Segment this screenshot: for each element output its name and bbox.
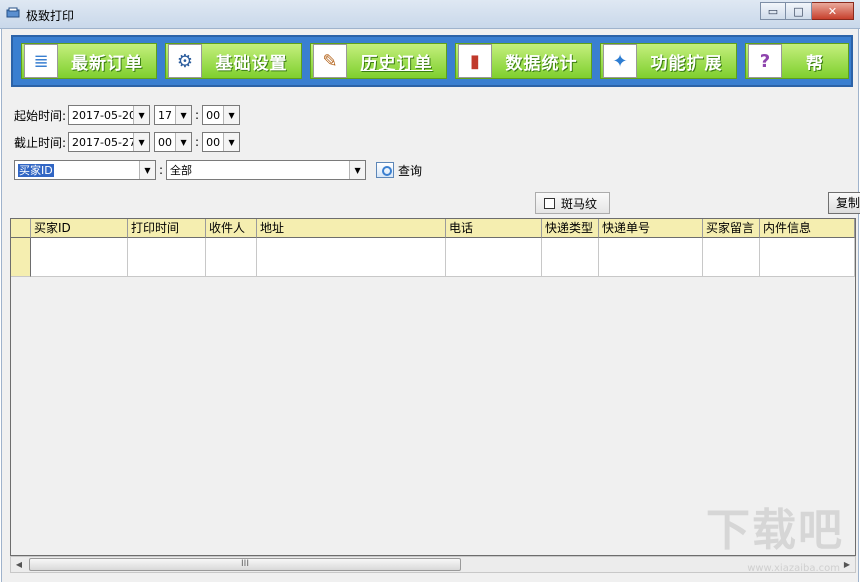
start-time-label: 起始时间: <box>14 108 67 123</box>
window-title: 极致打印 <box>26 9 75 23</box>
table-cell[interactable] <box>257 238 446 277</box>
column-header[interactable]: 内件信息 <box>760 219 855 238</box>
document-list-icon: ≣ <box>24 44 58 78</box>
start-minute-select[interactable]: 00 ▼ <box>202 105 241 125</box>
column-header[interactable]: 地址 <box>257 219 446 238</box>
search-icon <box>376 162 395 178</box>
horizontal-scrollbar[interactable]: ◀ III ▶ <box>10 556 856 573</box>
toolbar-label: 最新订单 <box>71 53 143 74</box>
zebra-stripe-checkbox[interactable]: 斑马纹 <box>535 192 610 214</box>
search-value-value: 全部 <box>170 164 193 177</box>
table-cell[interactable] <box>446 238 542 277</box>
search-field-select[interactable]: 买家ID ▼ <box>14 160 156 180</box>
table-cell[interactable] <box>542 238 599 277</box>
toolbar-data-statistics[interactable]: ▮ 数据统计 <box>455 43 592 79</box>
chevron-down-icon[interactable]: ▼ <box>223 133 240 151</box>
toolbar-latest-orders[interactable]: ≣ 最新订单 <box>21 43 157 79</box>
scrollbar-thumb[interactable]: III <box>29 558 461 571</box>
column-header[interactable]: 电话 <box>446 219 542 238</box>
query-button[interactable]: 查询 <box>376 162 422 179</box>
end-hour-value: 00 <box>158 135 173 149</box>
start-date-value: 2017-05-20 <box>72 108 134 122</box>
start-hour-select[interactable]: 17 ▼ <box>154 105 193 125</box>
minimize-button[interactable]: ▭ <box>760 2 786 20</box>
table-header: 买家ID 打印时间 收件人 地址 电话 快递类型 快递单号 买家留言 内件信息 <box>11 219 855 238</box>
chevron-down-icon[interactable]: ▼ <box>349 161 366 179</box>
start-minute-value: 00 <box>206 108 221 122</box>
checkbox-icon[interactable] <box>544 197 555 209</box>
toolbar-help[interactable]: ? 帮 <box>745 43 849 79</box>
search-field-value: 买家ID <box>18 164 54 177</box>
search-row: 买家ID ▼ : 全部 ▼ 查询 <box>14 160 422 180</box>
watermark-url: www.xiazaiba.com <box>747 563 840 574</box>
chevron-down-icon[interactable]: ▼ <box>133 106 150 124</box>
toolbar-history-orders[interactable]: ✎ 历史订单 <box>310 43 447 79</box>
start-hour-value: 17 <box>158 108 173 122</box>
table-cell[interactable] <box>128 238 206 277</box>
field-separator: : <box>159 163 164 177</box>
maximize-button[interactable]: □ <box>786 2 812 20</box>
pencil-icon: ✎ <box>313 44 347 78</box>
copy-button[interactable]: 复制 <box>828 192 860 214</box>
search-value-select[interactable]: 全部 ▼ <box>166 160 367 180</box>
chevron-down-icon[interactable]: ▼ <box>139 161 155 179</box>
gear-icon: ⚙ <box>168 44 202 78</box>
end-date-value: 2017-05-27 <box>72 135 134 149</box>
chevron-down-icon[interactable]: ▼ <box>133 133 150 151</box>
chevron-down-icon[interactable]: ▼ <box>175 133 192 151</box>
table-cell[interactable] <box>760 238 855 277</box>
scroll-left-icon[interactable]: ◀ <box>11 557 27 572</box>
end-time-label: 截止时间: <box>14 135 67 150</box>
title-bar: 极致打印 ▭ □ ✕ <box>0 0 860 29</box>
help-icon: ? <box>748 44 782 78</box>
toolbar-label: 功能扩展 <box>650 53 723 74</box>
watermark-logo: 下载吧 <box>706 505 844 556</box>
column-header[interactable]: 打印时间 <box>128 219 206 238</box>
table-row[interactable] <box>11 238 855 277</box>
table-cell[interactable] <box>31 238 128 277</box>
toolbar-label: 数据统计 <box>505 53 578 74</box>
column-header[interactable]: 收件人 <box>206 219 257 238</box>
puzzle-icon: ✦ <box>603 44 637 78</box>
column-header[interactable]: 快递单号 <box>599 219 703 238</box>
query-label: 查询 <box>398 163 423 178</box>
table-cell[interactable] <box>599 238 703 277</box>
table-cell[interactable] <box>703 238 760 277</box>
start-time-row: 起始时间: 2017-05-20 ▼ 17 ▼ : 00 ▼ <box>14 105 241 125</box>
table-cell[interactable] <box>206 238 257 277</box>
scroll-right-icon[interactable]: ▶ <box>839 557 855 572</box>
column-header[interactable]: 买家ID <box>31 219 128 238</box>
toolbar-label: 帮 <box>806 53 824 74</box>
chevron-down-icon[interactable]: ▼ <box>223 106 240 124</box>
end-date-picker[interactable]: 2017-05-27 ▼ <box>68 132 151 152</box>
close-button[interactable]: ✕ <box>812 2 854 20</box>
time-separator: : <box>195 108 200 122</box>
column-header[interactable]: 买家留言 <box>703 219 760 238</box>
app-icon <box>6 7 20 18</box>
toolbar-label: 历史订单 <box>360 53 433 74</box>
end-minute-value: 00 <box>206 135 221 149</box>
start-date-picker[interactable]: 2017-05-20 ▼ <box>68 105 151 125</box>
toolbar-label: 基础设置 <box>215 53 288 74</box>
column-header[interactable]: 快递类型 <box>542 219 599 238</box>
row-header[interactable] <box>11 238 31 277</box>
toolbar-basic-settings[interactable]: ⚙ 基础设置 <box>165 43 302 79</box>
header-corner <box>11 219 31 238</box>
time-separator: : <box>195 135 200 149</box>
chevron-down-icon[interactable]: ▼ <box>175 106 192 124</box>
main-toolbar: ≣ 最新订单 ⚙ 基础设置 ✎ 历史订单 ▮ 数据统计 ✦ 功能扩展 ? 帮 <box>11 35 853 87</box>
window-controls: ▭ □ ✕ <box>760 2 854 20</box>
toolbar-feature-extension[interactable]: ✦ 功能扩展 <box>600 43 737 79</box>
end-time-row: 截止时间: 2017-05-27 ▼ 00 ▼ : 00 ▼ <box>14 132 241 152</box>
end-minute-select[interactable]: 00 ▼ <box>202 132 241 152</box>
bar-chart-icon: ▮ <box>458 44 492 78</box>
end-hour-select[interactable]: 00 ▼ <box>154 132 193 152</box>
zebra-stripe-label: 斑马纹 <box>561 196 598 211</box>
window-body: ≣ 最新订单 ⚙ 基础设置 ✎ 历史订单 ▮ 数据统计 ✦ 功能扩展 ? 帮 起… <box>1 29 860 582</box>
